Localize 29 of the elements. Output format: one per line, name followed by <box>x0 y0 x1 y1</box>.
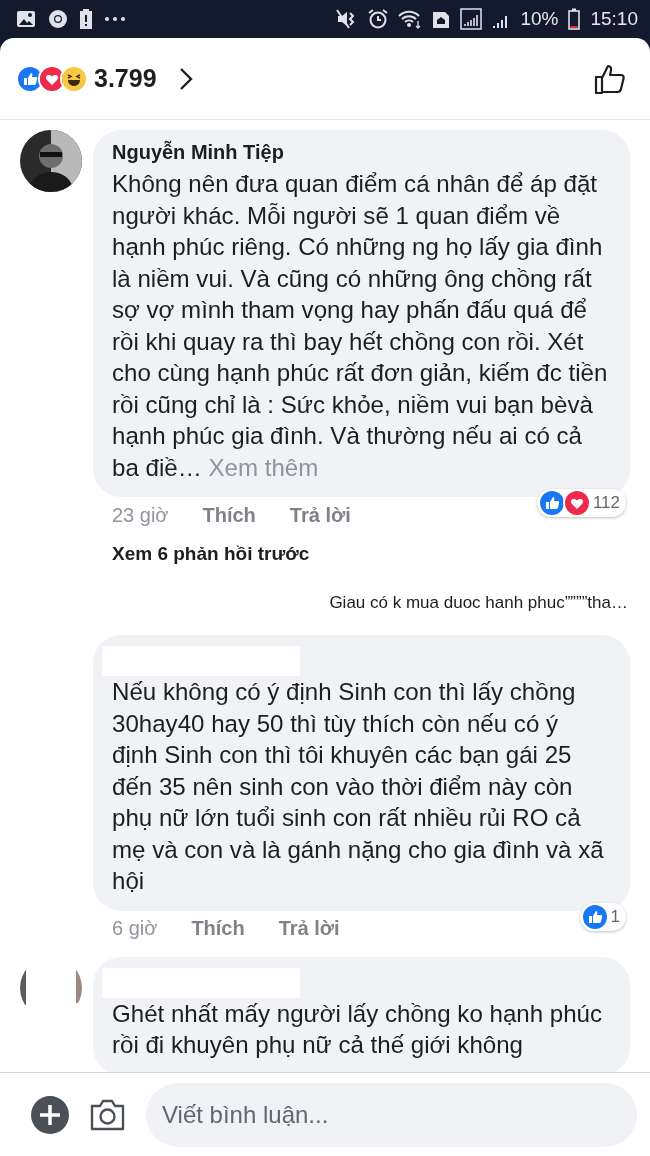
comment-input[interactable]: Viết bình luận... <box>146 1082 637 1147</box>
alarm-icon <box>368 9 389 29</box>
comment-text: Không nên đưa quan điểm cá nhân để áp đặt người khác. Mỗi người sẽ 1 quan điểm về hạnh phúc riêng. Có những ng họ lấy gia đình là niềm vui. Và cũng có những ông chồng rất sợ vợ mình tham vọng hay phấn đấu quá để rồi khi quay ra thì bay hết chồng con rồi. Xét cho cùng hạnh phúc rất đơn giản, kiếm đc tiền rồi cũng chỉ là : Sức khỏe, niềm vui bạn bèvà hạnh phúc gia đình. Và thường nếu ai có cả ba điề… Xem thêm <box>112 169 609 483</box>
wifi-icon <box>398 9 423 29</box>
image-icon <box>16 9 36 29</box>
reaction-summary[interactable]: 1 <box>579 902 626 931</box>
more-icon <box>104 16 126 22</box>
comment-text: Nếu không có ý định Sinh con thì lấy chồng 30hay40 hay 50 thì tùy thích còn nếu có ý định Sinh con thì tôi khuyên các bạn gái 25 đến 35 nên sinh con vào thời điểm này còn phụ nữ lớn tuổi sinh con rất nhiều rủi RO cả mẹ và con và là gánh nặng cho gia đình và xã hội <box>112 677 605 896</box>
camera-icon[interactable] <box>89 1098 126 1131</box>
reply-preview[interactable]: Giau có k mua duoc hanh phuc””””tha… <box>329 593 628 612</box>
reply-link[interactable]: Trả lời <box>278 917 340 940</box>
reaction-count[interactable]: 3.799 <box>94 64 157 93</box>
battery-alert-icon <box>80 9 92 29</box>
clock-time: 15:10 <box>590 8 638 30</box>
comment-text: Ghét nhất mấy người lấy chồng ko hạnh phúc rồi đi khuyên phụ nữ cả thế giới không <box>112 998 604 1060</box>
comment-time: 6 giờ <box>112 917 158 940</box>
battery-percent: 10% <box>520 8 559 30</box>
comment-time: 23 giờ <box>112 503 169 527</box>
author-name[interactable]: Nguyễn Minh Tiệp <box>112 141 284 164</box>
reaction-summary[interactable]: 112 <box>536 489 626 517</box>
add-icon[interactable] <box>31 1095 69 1134</box>
like-link[interactable]: Thích <box>202 503 256 527</box>
like-link[interactable]: Thích <box>191 917 245 940</box>
reply-link[interactable]: Trả lời <box>289 503 351 527</box>
signal-icon <box>460 8 483 30</box>
like-icon[interactable] <box>594 62 626 95</box>
battery-icon <box>568 8 581 30</box>
view-previous-replies-link[interactable]: Xem 6 phản hồi trước <box>112 543 310 564</box>
chevron-right-icon[interactable] <box>178 66 193 91</box>
